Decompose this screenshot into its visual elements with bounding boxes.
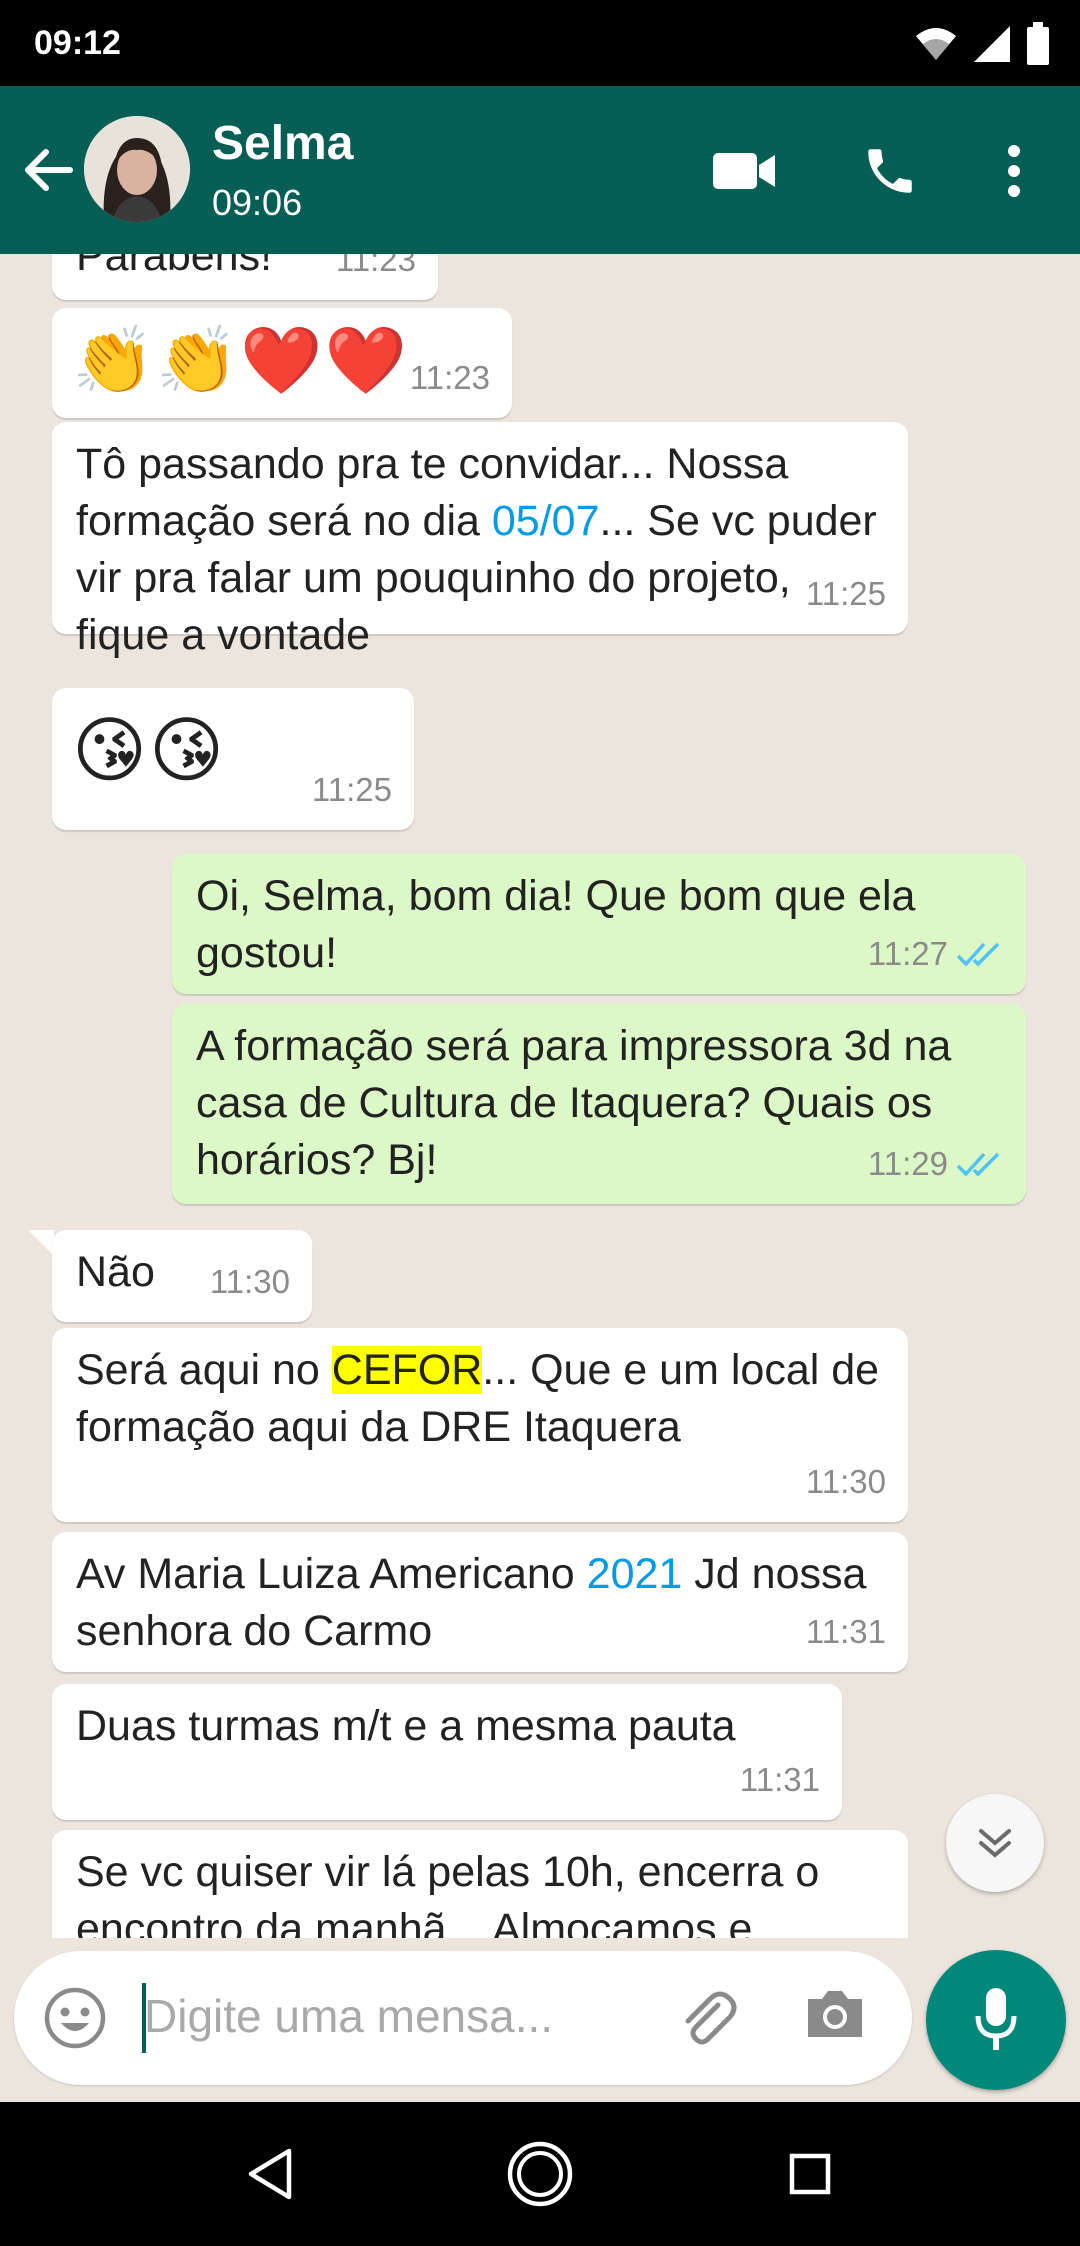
battery-icon [1027,22,1049,65]
attach-button[interactable] [674,1985,740,2051]
avatar-photo [84,116,190,222]
message-text-part: Av Maria Luiza Americano [76,1550,587,1598]
status-time: 09:12 [34,24,121,62]
message-text: Av Maria Luiza Americano 2021 Jd nossa s… [76,1546,884,1660]
message-time: 11:23 [335,254,416,278]
message-text-part: Será aqui no [76,1346,332,1394]
nav-back-button[interactable] [234,2138,306,2210]
message-bubble-incoming[interactable]: Será aqui no CEFOR... Que e um local de … [52,1328,908,1522]
message-bubble-incoming[interactable]: 👏👏❤️❤️ 11:23 [52,308,512,418]
message-bubble-outgoing[interactable]: A formação será para impressora 3d na ca… [172,1004,1026,1204]
double-check-icon [956,942,1000,967]
more-options-button[interactable] [996,136,1032,206]
camera-icon [808,1991,862,2037]
nav-recents-button[interactable] [774,2138,846,2210]
message-time: 11:25 [311,771,392,808]
chat-area[interactable]: Parabéns! 11:23 👏👏❤️❤️ 11:23 Tô passando… [0,254,1080,2102]
scroll-down-icon [979,1829,1011,1858]
nav-home-button[interactable] [504,2138,576,2210]
avatar[interactable] [84,116,190,222]
emoji-icon [44,1987,106,2049]
message-time: 11:25 [805,575,886,612]
nav-home-icon [507,2141,573,2207]
message-time: 11:27 [867,935,948,972]
message-time: 11:29 [867,1145,948,1182]
nav-back-icon [248,2148,292,2200]
highlighted-text: CEFOR [331,1346,483,1394]
message-input[interactable]: Digite uma mensa... [144,1989,553,2043]
message-time: 11:30 [805,1463,886,1500]
message-text: Duas turmas m/t e a mesma pauta [76,1702,736,1750]
back-button[interactable] [20,138,76,202]
mic-icon [975,1988,1017,2050]
back-arrow-icon [25,149,73,191]
message-time: 11:30 [209,1263,290,1300]
camera-button[interactable] [804,1987,870,2047]
message-text: Se vc quiser vir lá pelas 10h, encerra o… [76,1848,820,1938]
emoji-button[interactable] [44,1987,106,2049]
message-time: 11:31 [805,1613,886,1650]
voice-message-button[interactable] [926,1950,1066,2090]
status-bar: 09:12 [0,0,1080,86]
double-check-icon [956,1152,1000,1177]
message-bubble-incoming[interactable]: Não 11:30 [52,1230,312,1322]
message-time: 11:31 [739,1761,820,1798]
message-bubble-incoming[interactable]: 😘😘 11:25 [52,688,414,830]
bubble-tail [28,1230,54,1256]
message-list[interactable]: Parabéns! 11:23 👏👏❤️❤️ 11:23 Tô passando… [0,254,1080,1938]
message-input-bar: Digite uma mensa... [14,1951,912,2085]
wifi-icon [916,28,956,60]
more-options-icon [1008,145,1020,197]
video-call-button[interactable] [712,136,778,206]
contact-name[interactable]: Selma [212,116,353,171]
system-nav-bar [0,2102,1080,2246]
message-bubble-incoming[interactable]: Duas turmas m/t e a mesma pauta 11:31 [52,1684,842,1820]
message-bubble-incoming[interactable]: Se vc quiser vir lá pelas 10h, encerra o… [52,1830,908,1938]
message-status: 11:29 [868,1135,1004,1192]
nav-recents-icon [789,2153,831,2195]
message-status: 11:27 [868,925,1004,982]
message-text: Será aqui no CEFOR... Que e um local de … [76,1342,884,1456]
attach-icon [685,1991,737,2045]
voice-call-button[interactable] [858,136,922,206]
message-time: 11:23 [409,359,490,396]
message-text: Tô passando pra te convidar... Nossa for… [76,436,884,664]
message-bubble-outgoing[interactable]: Oi, Selma, bom dia! Que bom que ela gost… [172,854,1026,994]
date-link[interactable]: 05/07 [492,497,600,545]
voice-call-icon [868,149,912,193]
last-seen: 09:06 [212,182,303,223]
message-bubble-incoming[interactable]: Tô passando pra te convidar... Nossa for… [52,422,908,659]
scroll-down-button[interactable] [946,1794,1044,1892]
message-bubble-incoming[interactable]: Parabéns! 11:23 [52,254,438,300]
message-text: Não [76,1248,155,1296]
message-bubble-incoming[interactable]: Av Maria Luiza Americano 2021 Jd nossa s… [52,1532,908,1672]
signal-icon [974,26,1010,62]
video-call-icon [713,153,775,189]
number-link[interactable]: 2021 [587,1550,683,1598]
chat-header: Selma 09:06 [0,86,1080,254]
